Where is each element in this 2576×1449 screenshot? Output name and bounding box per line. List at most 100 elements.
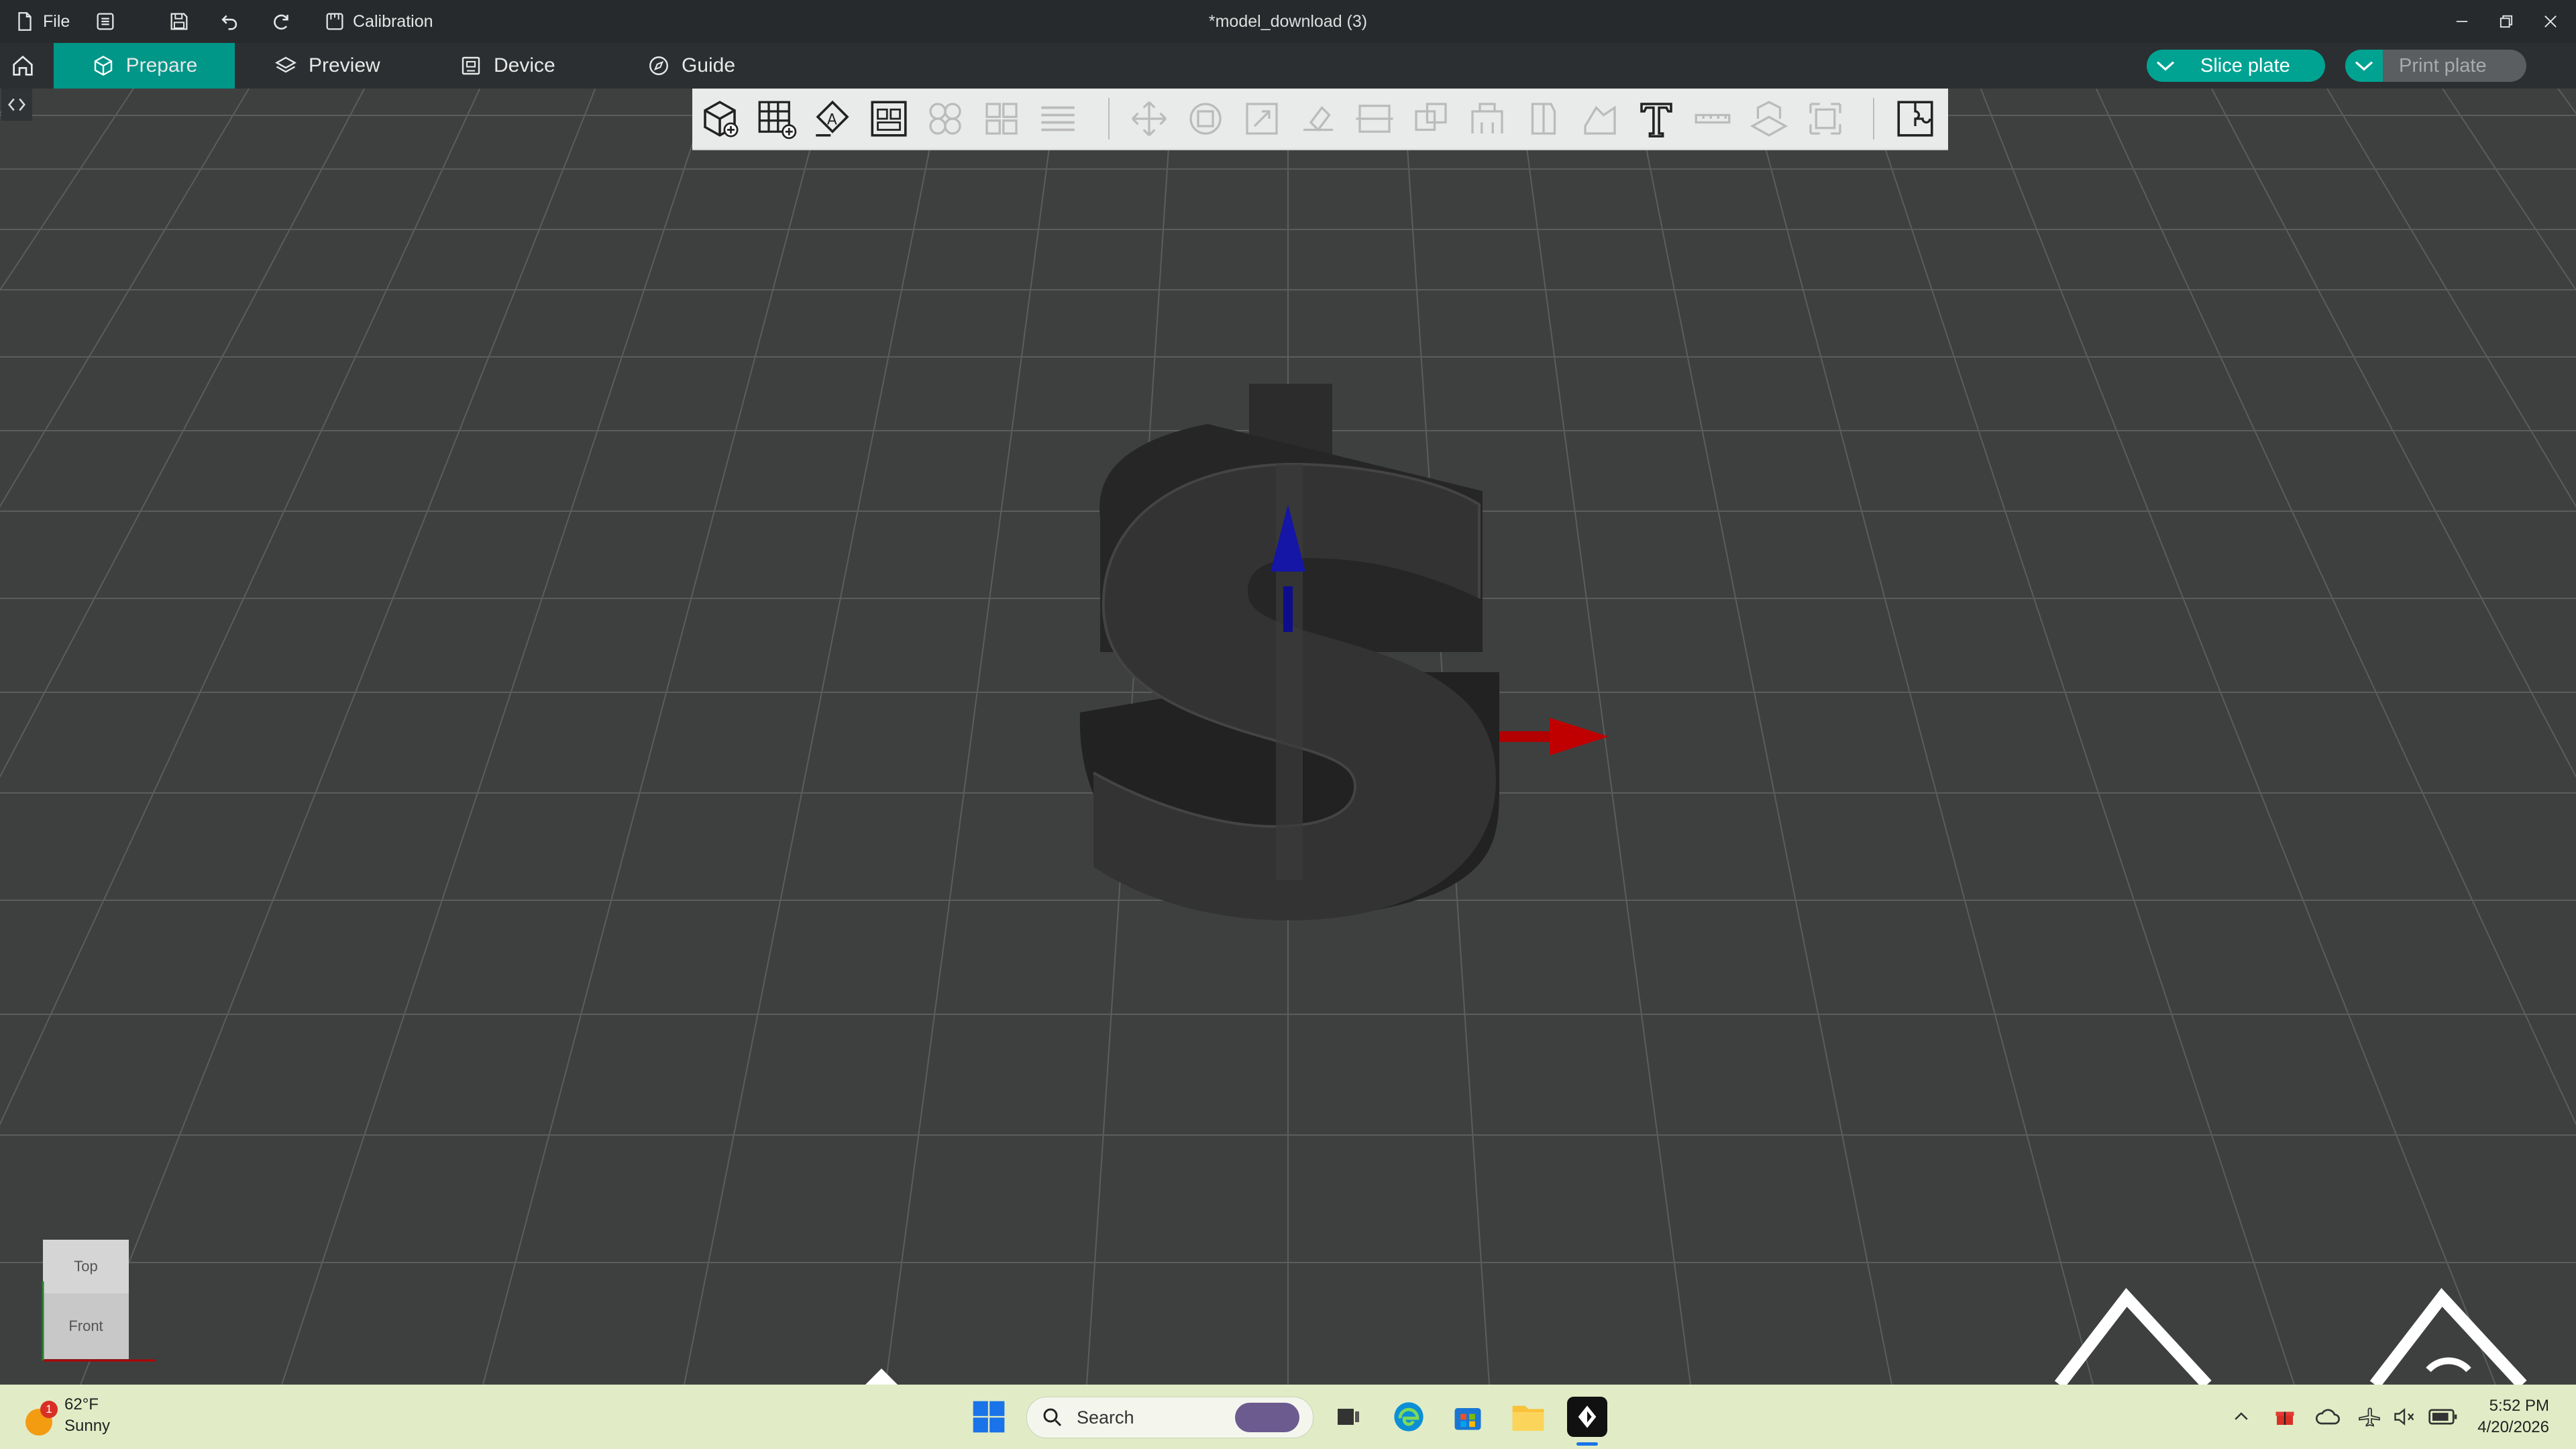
toolbar-divider [1873, 98, 1874, 140]
collapse-arrow-icon[interactable] [865, 1368, 898, 1385]
start-button[interactable] [970, 1385, 1008, 1449]
grid-line [80, 89, 596, 1385]
weather-temp: 62°F [64, 1395, 99, 1413]
grid-line [2442, 89, 2576, 292]
taskbar-search[interactable] [1026, 1397, 1313, 1438]
svg-text:A: A [827, 111, 837, 128]
weather-widget[interactable]: 1 62°F Sunny [24, 1394, 110, 1437]
fit-view-icon[interactable] [1803, 97, 1847, 141]
tab-preview[interactable]: Preview [274, 43, 380, 89]
edge-browser-button[interactable] [1391, 1385, 1426, 1449]
print-plate-button[interactable]: Print plate [2345, 50, 2526, 82]
cube-icon [94, 56, 112, 76]
grid-line [2210, 89, 2576, 778]
store-button[interactable] [1450, 1385, 1485, 1449]
title-bar: File Calibration *model_download (3) [0, 0, 2576, 43]
boolean-icon[interactable] [1409, 97, 1453, 141]
tab-prepare-label: Prepare [125, 54, 198, 76]
document-title: *model_download (3) [1208, 11, 1368, 31]
text-tool-icon[interactable] [1634, 97, 1678, 141]
search-input[interactable] [1075, 1406, 1219, 1429]
seam-paint-icon[interactable] [1521, 97, 1566, 141]
grid-line [885, 89, 1058, 1385]
volume-button[interactable] [2392, 1385, 2416, 1449]
grid-line [1633, 89, 1892, 1385]
toolbar-divider [1108, 98, 1110, 140]
grid-line [0, 89, 366, 778]
search-icon [1043, 1408, 1062, 1427]
restore-button[interactable] [2486, 0, 2526, 43]
bambu-studio-icon [1567, 1397, 1607, 1437]
weather-badge: 1 [40, 1401, 58, 1418]
layers-icon [275, 56, 297, 73]
airplane-icon [2359, 1407, 2380, 1427]
slice-dropdown[interactable] [2147, 50, 2184, 82]
home-icon[interactable] [8, 52, 38, 79]
minimize-button[interactable] [2442, 0, 2482, 43]
scale-icon[interactable] [1240, 97, 1284, 141]
grid-line [1749, 89, 2094, 1385]
close-icon [2544, 15, 2557, 28]
split-objects-icon[interactable] [923, 97, 967, 141]
layers-edit-icon[interactable] [1036, 97, 1080, 141]
object-toolbar: A [692, 89, 1948, 150]
tab-prepare[interactable]: Prepare [54, 43, 235, 89]
clock-time: 5:52 PM [2489, 1397, 2549, 1415]
auto-orient-icon[interactable]: A [810, 97, 855, 141]
color-paint-icon[interactable] [1578, 97, 1622, 141]
arrange-icon[interactable] [867, 97, 911, 141]
onedrive-button[interactable] [2314, 1385, 2341, 1449]
battery-button[interactable] [2428, 1385, 2458, 1449]
add-object-icon[interactable] [698, 97, 742, 141]
task-view-icon [1338, 1409, 1359, 1425]
gift-icon [2275, 1411, 2294, 1425]
measure-icon[interactable] [1690, 97, 1735, 141]
grid-line [0, 89, 250, 508]
print-plate-label: Print plate [2399, 54, 2487, 76]
chevron-up-icon [2235, 1412, 2248, 1420]
cloud-icon [2315, 1409, 2340, 1425]
grid-line [684, 89, 943, 1385]
store-icon [1454, 1408, 1481, 1430]
slice-plate-button[interactable]: Slice plate [2147, 50, 2325, 82]
grid-line [1864, 89, 2295, 1385]
cut-icon[interactable] [1352, 97, 1397, 141]
tab-guide[interactable]: Guide [647, 43, 735, 89]
split-parts-icon[interactable] [979, 97, 1024, 141]
print-dropdown[interactable] [2345, 50, 2383, 82]
bambu-studio-button[interactable] [1567, 1385, 1607, 1449]
close-button[interactable] [2530, 0, 2571, 43]
add-plate-icon[interactable] [754, 97, 798, 141]
lay-on-face-icon[interactable] [1296, 97, 1340, 141]
network-button[interactable] [2357, 1385, 2381, 1449]
sidebar-toggle-button[interactable] [1, 89, 32, 121]
grid-line [2557, 89, 2576, 115]
move-icon[interactable] [1127, 97, 1171, 141]
expand-panel-icon [8, 98, 25, 111]
plate-logo-right [2369, 1288, 2527, 1385]
tab-device[interactable]: Device [459, 43, 555, 89]
build-plate-grid [0, 89, 2576, 1385]
tray-overflow-button[interactable] [2231, 1385, 2251, 1449]
edge-icon [1394, 1402, 1424, 1432]
puzzle-icon[interactable] [1893, 97, 1937, 141]
clock-date: 4/20/2026 [2477, 1418, 2549, 1436]
tray-app-button[interactable] [2273, 1385, 2297, 1449]
3d-viewport[interactable] [0, 89, 2576, 1385]
support-paint-icon[interactable] [1465, 97, 1509, 141]
restore-icon [2500, 15, 2513, 28]
weather-desc: Sunny [64, 1417, 111, 1435]
grid-line [2095, 89, 2576, 1126]
task-view-button[interactable] [1332, 1385, 1364, 1449]
chevron-down-icon [2355, 61, 2373, 71]
system-clock[interactable]: 5:52 PM 4/20/2026 [2477, 1395, 2549, 1438]
battery-icon [2428, 1409, 2457, 1425]
assembly-icon[interactable] [1747, 97, 1791, 141]
active-app-indicator [1576, 1442, 1598, 1446]
x-axis-arrow[interactable] [1550, 718, 1609, 755]
tab-device-label: Device [494, 54, 555, 76]
search-highlight-image [1235, 1403, 1299, 1432]
file-explorer-button[interactable] [1509, 1385, 1547, 1449]
dollar-sign-model[interactable] [1079, 384, 1499, 920]
rotate-icon[interactable] [1183, 97, 1228, 141]
